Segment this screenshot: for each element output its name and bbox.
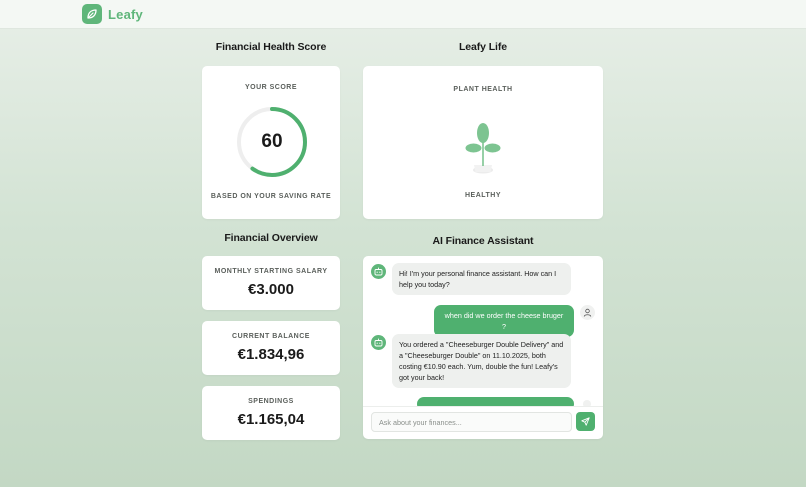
user-message: when did we order the cheese bruger ? bbox=[434, 305, 574, 337]
bot-message-line: a "Cheeseburger Double" on 11.10.2025, b… bbox=[399, 351, 546, 360]
assistant-section-title: AI Finance Assistant bbox=[432, 235, 534, 247]
bot-message: You ordered a "Cheeseburger Double Deliv… bbox=[392, 334, 571, 388]
score-section-title: Financial Health Score bbox=[215, 41, 327, 53]
chat-input-row bbox=[371, 412, 595, 432]
life-section-title: Leafy Life bbox=[458, 41, 507, 53]
spendings-card: SPENDINGS €1.165,04 bbox=[202, 386, 340, 440]
overview-section-title: Financial Overview bbox=[224, 232, 318, 244]
top-bar: Leafy bbox=[0, 0, 806, 29]
plant-icon bbox=[465, 123, 501, 174]
score-label: YOUR SCORE bbox=[244, 84, 298, 91]
score-ring: 60 bbox=[235, 105, 309, 179]
balance-value: €1.834,96 bbox=[237, 346, 305, 363]
bot-message-line: help you today? bbox=[399, 280, 450, 289]
plant-health-label: PLANT HEALTH bbox=[453, 86, 513, 93]
score-card: YOUR SCORE 60 BASED ON YOUR SAVING RATE bbox=[202, 66, 340, 219]
balance-card: CURRENT BALANCE €1.834,96 bbox=[202, 321, 340, 375]
bot-message-line: You ordered a "Cheeseburger Double Deliv… bbox=[399, 340, 564, 349]
leaf-icon[interactable] bbox=[82, 4, 102, 24]
send-icon bbox=[581, 417, 590, 426]
bot-message-line: Hi! I'm your personal finance assistant.… bbox=[399, 269, 557, 278]
chat-card: Hi! I'm your personal finance assistant.… bbox=[363, 256, 603, 439]
spendings-value: €1.165,04 bbox=[237, 411, 305, 428]
plant-status: HEALTHY bbox=[464, 192, 502, 199]
chat-input[interactable] bbox=[371, 412, 572, 432]
bot-icon bbox=[371, 335, 386, 350]
score-value: 60 bbox=[261, 131, 283, 152]
salary-card: MONTHLY STARTING SALARY €3.000 bbox=[202, 256, 340, 310]
balance-label: CURRENT BALANCE bbox=[232, 333, 310, 340]
brand-name[interactable]: Leafy bbox=[108, 7, 143, 22]
salary-label: MONTHLY STARTING SALARY bbox=[214, 268, 328, 275]
chat-divider bbox=[363, 406, 603, 407]
bot-icon bbox=[371, 264, 386, 279]
user-message-partial bbox=[417, 397, 574, 406]
user-icon bbox=[580, 305, 595, 320]
bot-message-line: got your back! bbox=[399, 373, 445, 382]
bot-message-line: costing €10.90 each. Yum, double the fun… bbox=[399, 362, 558, 371]
spendings-label: SPENDINGS bbox=[248, 398, 294, 405]
send-button[interactable] bbox=[576, 412, 595, 431]
salary-value: €3.000 bbox=[248, 281, 294, 298]
chat-messages[interactable]: Hi! I'm your personal finance assistant.… bbox=[363, 256, 603, 406]
bot-message: Hi! I'm your personal finance assistant.… bbox=[392, 263, 571, 295]
score-caption: BASED ON YOUR SAVING RATE bbox=[210, 193, 332, 200]
plant-card: PLANT HEALTH HEALTHY bbox=[363, 66, 603, 219]
